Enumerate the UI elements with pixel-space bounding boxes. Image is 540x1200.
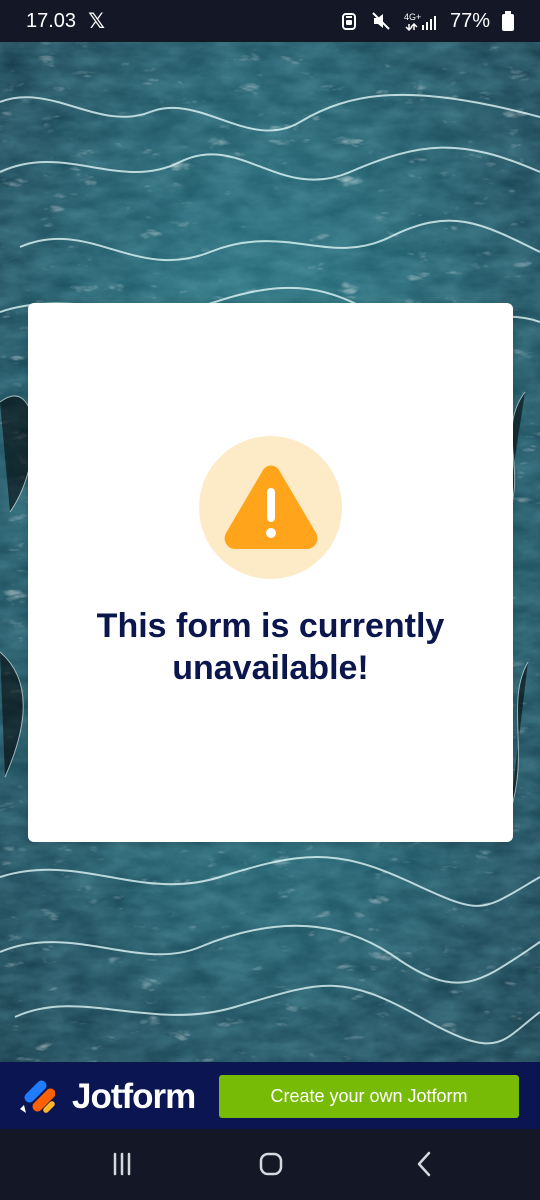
status-right-group: 4G+ 77% <box>340 10 514 33</box>
home-icon <box>259 1152 283 1176</box>
form-unavailable-card: This form is currently unavailable! <box>28 303 513 842</box>
network-type-label: 4G+ <box>404 12 421 22</box>
jotform-logo-icon <box>20 1079 56 1114</box>
recent-apps-icon <box>113 1152 131 1176</box>
battery-percentage: 77% <box>449 9 490 32</box>
battery-icon <box>502 11 514 31</box>
back-icon <box>417 1151 431 1177</box>
warning-badge <box>199 436 342 579</box>
create-your-own-jotform-button[interactable]: Create your own Jotform <box>219 1075 519 1118</box>
network-4g-plus-icon: 4G+ <box>404 10 438 32</box>
android-navigation-bar <box>0 1129 540 1200</box>
status-time: 17.03 <box>26 9 77 32</box>
jotform-brand-name: Jotform <box>72 1077 196 1116</box>
warning-icon <box>224 465 317 549</box>
jotform-brand-bar: Jotform Create your own Jotform <box>0 1062 540 1129</box>
recent-apps-button[interactable] <box>92 1146 152 1182</box>
back-button[interactable] <box>394 1146 454 1182</box>
phone-screen: 17.03 𝕏 4G+ 77% This form is currently u… <box>0 0 540 1200</box>
x-app-icon: 𝕏 <box>88 9 105 33</box>
unavailable-message: This form is currently unavailable! <box>96 607 445 687</box>
status-bar: 17.03 𝕏 4G+ 77% <box>0 0 540 42</box>
mute-icon <box>370 10 392 32</box>
home-button[interactable] <box>241 1146 301 1182</box>
status-left-group: 17.03 𝕏 <box>26 9 105 33</box>
lock-icon <box>340 11 358 31</box>
